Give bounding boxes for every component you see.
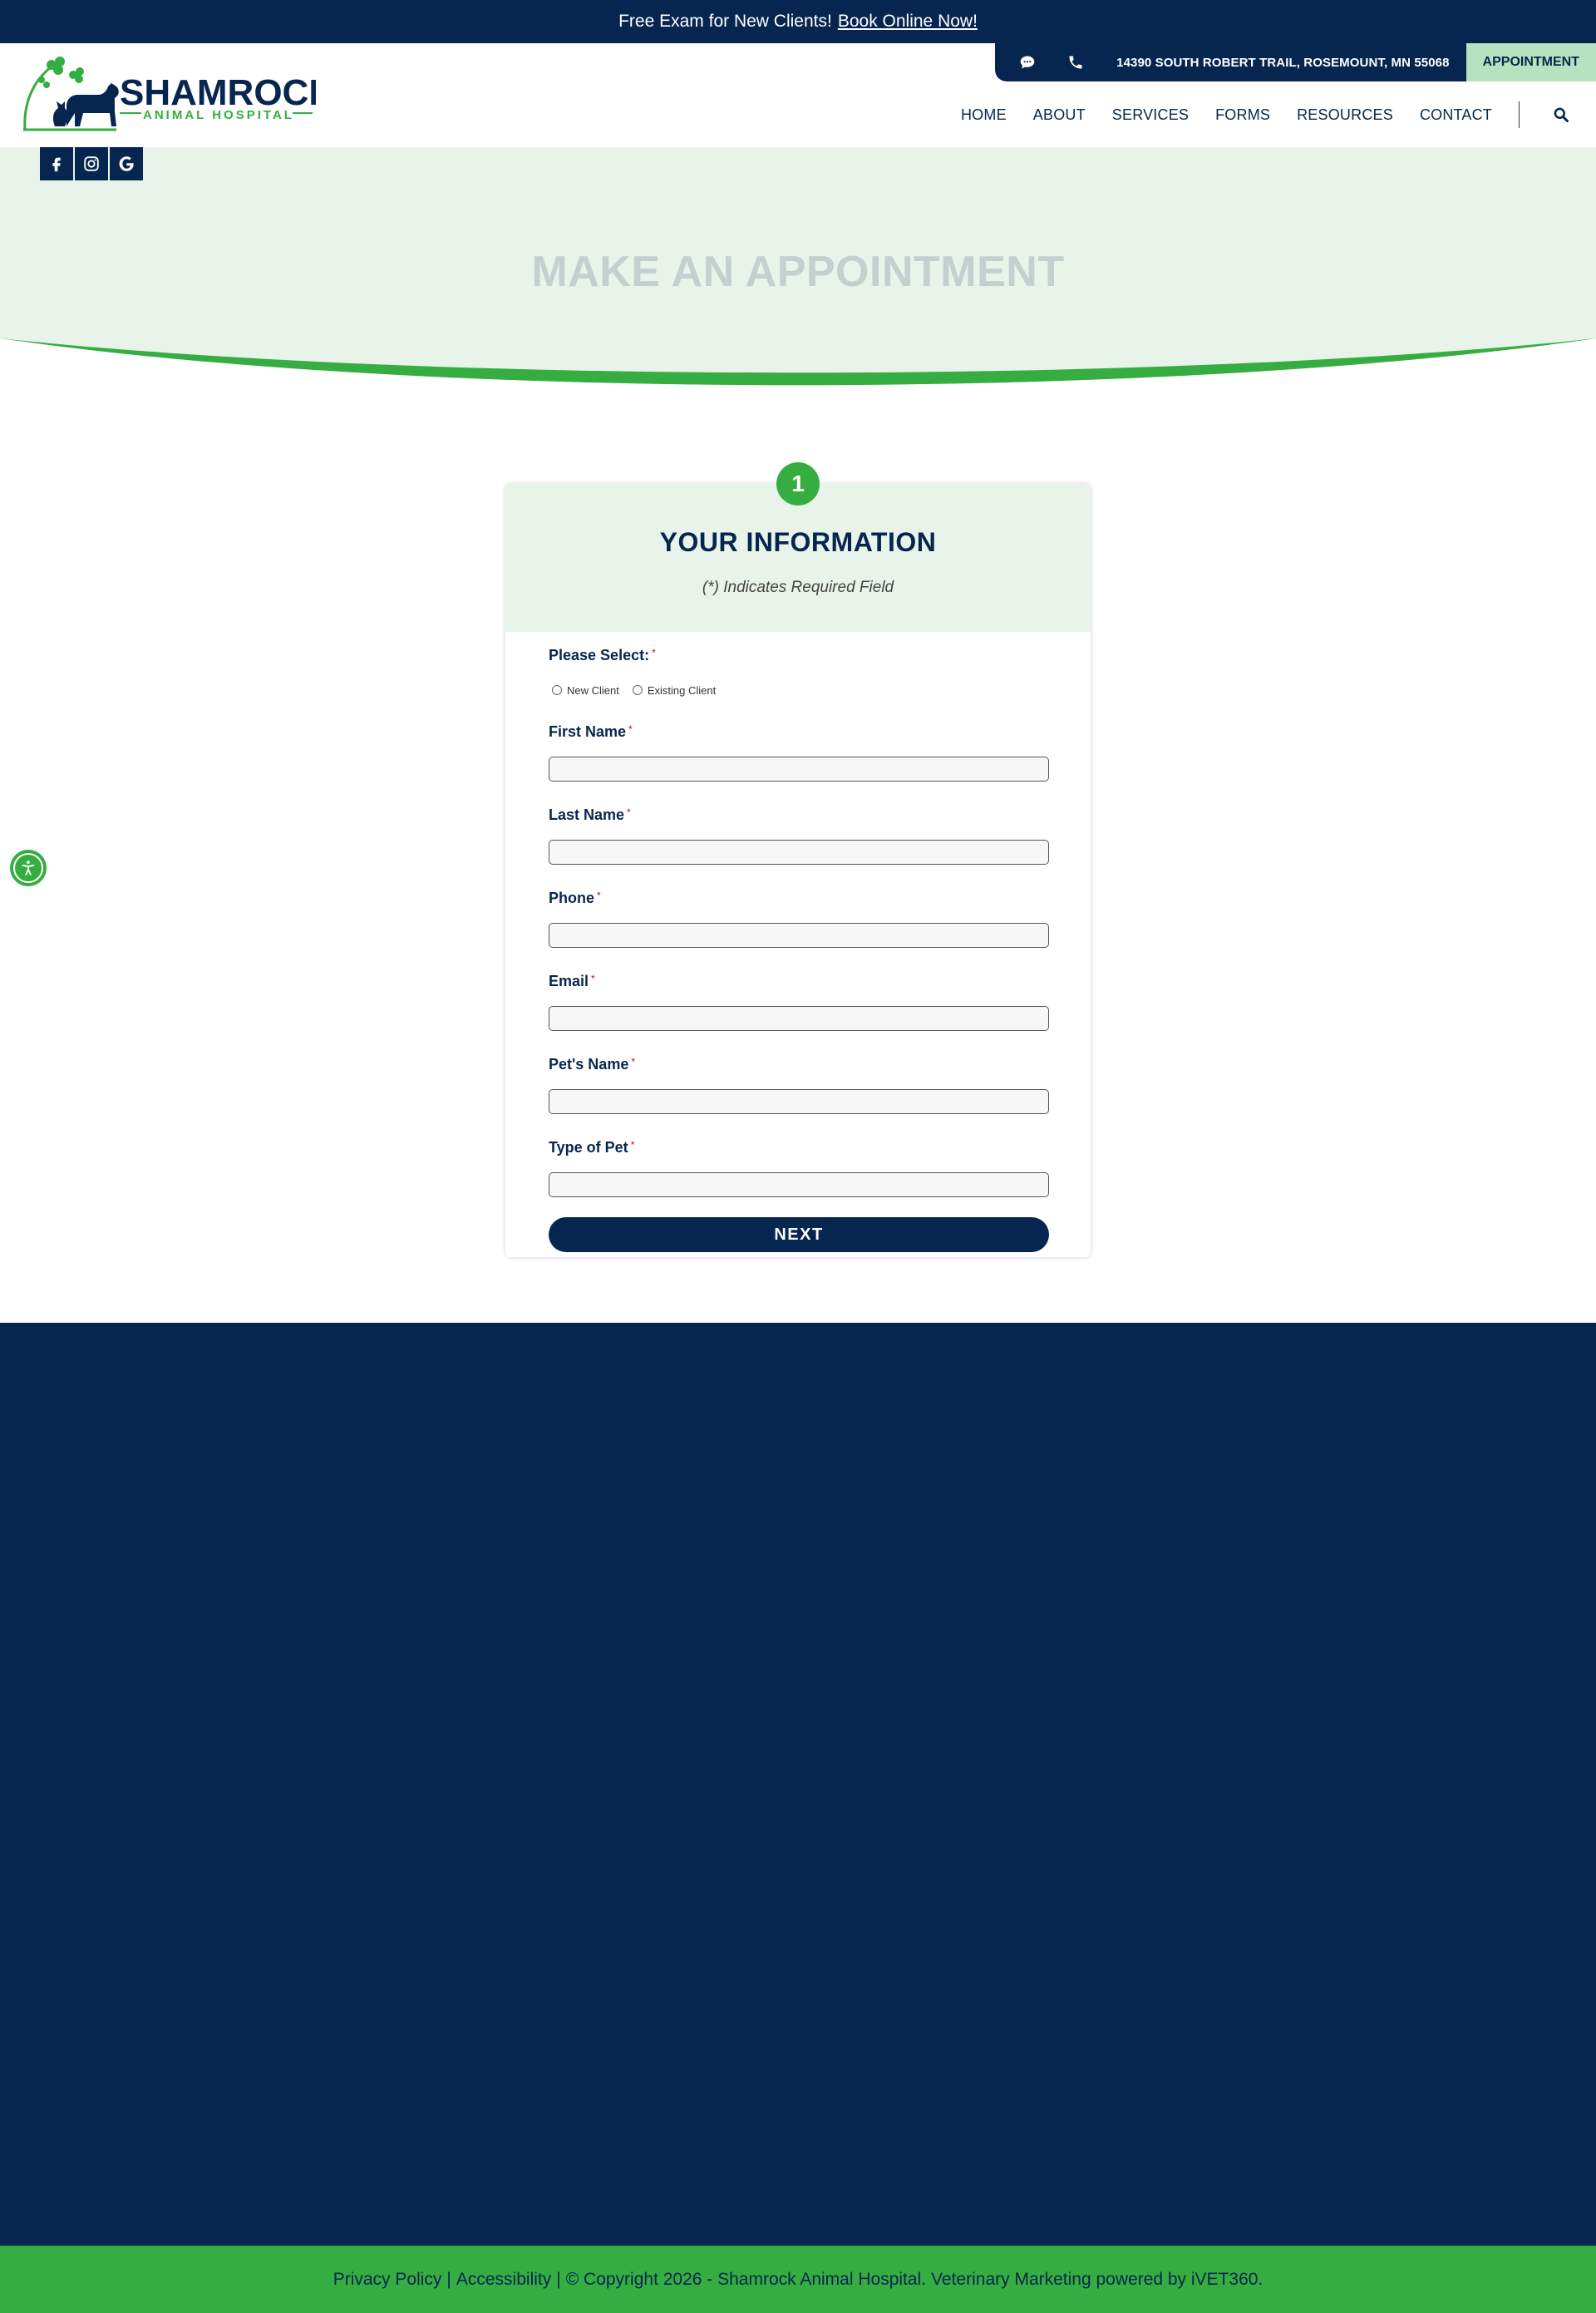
footer-bar: Privacy Policy | Accessibility | © Copyr… (0, 2246, 1596, 2313)
next-button[interactable]: NEXT (549, 1217, 1049, 1252)
search-icon[interactable] (1543, 100, 1596, 130)
social-links (40, 147, 143, 180)
nav-resources[interactable]: RESOURCES (1297, 106, 1393, 124)
nav-contact[interactable]: CONTACT (1420, 106, 1492, 124)
page-title: MAKE AN APPOINTMENT (531, 248, 1065, 296)
footer-divider: | (556, 2269, 561, 2289)
facebook-icon[interactable] (40, 147, 73, 180)
accessibility-widget-button[interactable] (10, 850, 47, 886)
step-badge: 1 (776, 462, 820, 506)
google-icon[interactable] (110, 147, 143, 180)
marketing-credit-link[interactable]: Veterinary Marketing powered by iVET360. (931, 2270, 1263, 2290)
site-header: SHAMROCK ANIMAL HOSPITAL 14390 SOUTH ROB… (0, 43, 1596, 147)
nav-divider (1519, 101, 1520, 128)
form-card-header: 1 YOUR INFORMATION (*) Indicates Require… (505, 462, 1091, 632)
last-name-field[interactable] (549, 840, 1049, 865)
main-nav: HOME ABOUT SERVICES FORMS RESOURCES CONT… (961, 100, 1596, 130)
first-name-field[interactable] (549, 757, 1049, 782)
appointment-button[interactable]: APPOINTMENT (1465, 43, 1596, 81)
appointment-form-card: 1 YOUR INFORMATION (*) Indicates Require… (505, 462, 1091, 1257)
form-body: Please Select: * New Client Existing Clie… (549, 647, 1049, 1252)
announcement-bar: Free Exam for New Clients! Book Online N… (0, 0, 1596, 43)
phone-label: Phone * (549, 890, 601, 906)
svg-text:ANIMAL HOSPITAL: ANIMAL HOSPITAL (143, 108, 294, 122)
accessibility-icon (13, 853, 43, 883)
phone-icon[interactable] (1052, 43, 1100, 81)
nav-services[interactable]: SERVICES (1112, 106, 1189, 124)
radio-circle[interactable] (632, 685, 643, 695)
book-online-link[interactable]: Book Online Now! (838, 12, 978, 32)
footer-divider: | (446, 2269, 451, 2289)
pet-type-field[interactable] (549, 1172, 1049, 1197)
copyright-text: © Copyright 2026 - Shamrock Animal Hospi… (565, 2269, 927, 2289)
email-field[interactable] (549, 1006, 1049, 1031)
pet-type-label: Type of Pet * (549, 1139, 635, 1156)
contact-info-bar: 14390 SOUTH ROBERT TRAIL, ROSEMOUNT, MN … (995, 43, 1466, 81)
pet-name-label: Pet's Name * (549, 1056, 635, 1073)
new-client-radio[interactable]: New Client (552, 684, 619, 697)
header-topbar: 14390 SOUTH ROBERT TRAIL, ROSEMOUNT, MN … (995, 43, 1596, 81)
client-type-label: Please Select: * (549, 647, 656, 663)
existing-client-radio[interactable]: Existing Client (632, 684, 716, 697)
privacy-policy-link[interactable]: Privacy Policy (333, 2270, 442, 2290)
form-title: YOUR INFORMATION (659, 527, 937, 557)
chat-bubble-icon[interactable] (1003, 43, 1052, 81)
email-label: Email * (549, 973, 595, 989)
clinic-address[interactable]: 14390 SOUTH ROBERT TRAIL, ROSEMOUNT, MN … (1100, 56, 1449, 70)
announcement-text: Free Exam for New Clients! (618, 12, 832, 31)
shamrock-logo[interactable]: SHAMROCK ANIMAL HOSPITAL (17, 53, 335, 135)
accessibility-link[interactable]: Accessibility (456, 2270, 551, 2290)
nav-forms[interactable]: FORMS (1215, 106, 1270, 124)
first-name-label: First Name * (549, 723, 633, 740)
nav-home[interactable]: HOME (961, 106, 1007, 124)
required-note: (*) Indicates Required Field (702, 579, 894, 596)
hero-banner: MAKE AN APPOINTMENT (0, 147, 1596, 403)
pet-name-field[interactable] (549, 1089, 1049, 1114)
footer-main (0, 1323, 1596, 2246)
client-type-group: New Client Existing Client (549, 678, 1049, 702)
last-name-label: Last Name * (549, 806, 631, 823)
phone-field[interactable] (549, 923, 1049, 948)
nav-about[interactable]: ABOUT (1033, 106, 1086, 124)
instagram-icon[interactable] (75, 147, 108, 180)
svg-text:SHAMROCK: SHAMROCK (120, 72, 316, 113)
radio-circle[interactable] (552, 685, 562, 695)
